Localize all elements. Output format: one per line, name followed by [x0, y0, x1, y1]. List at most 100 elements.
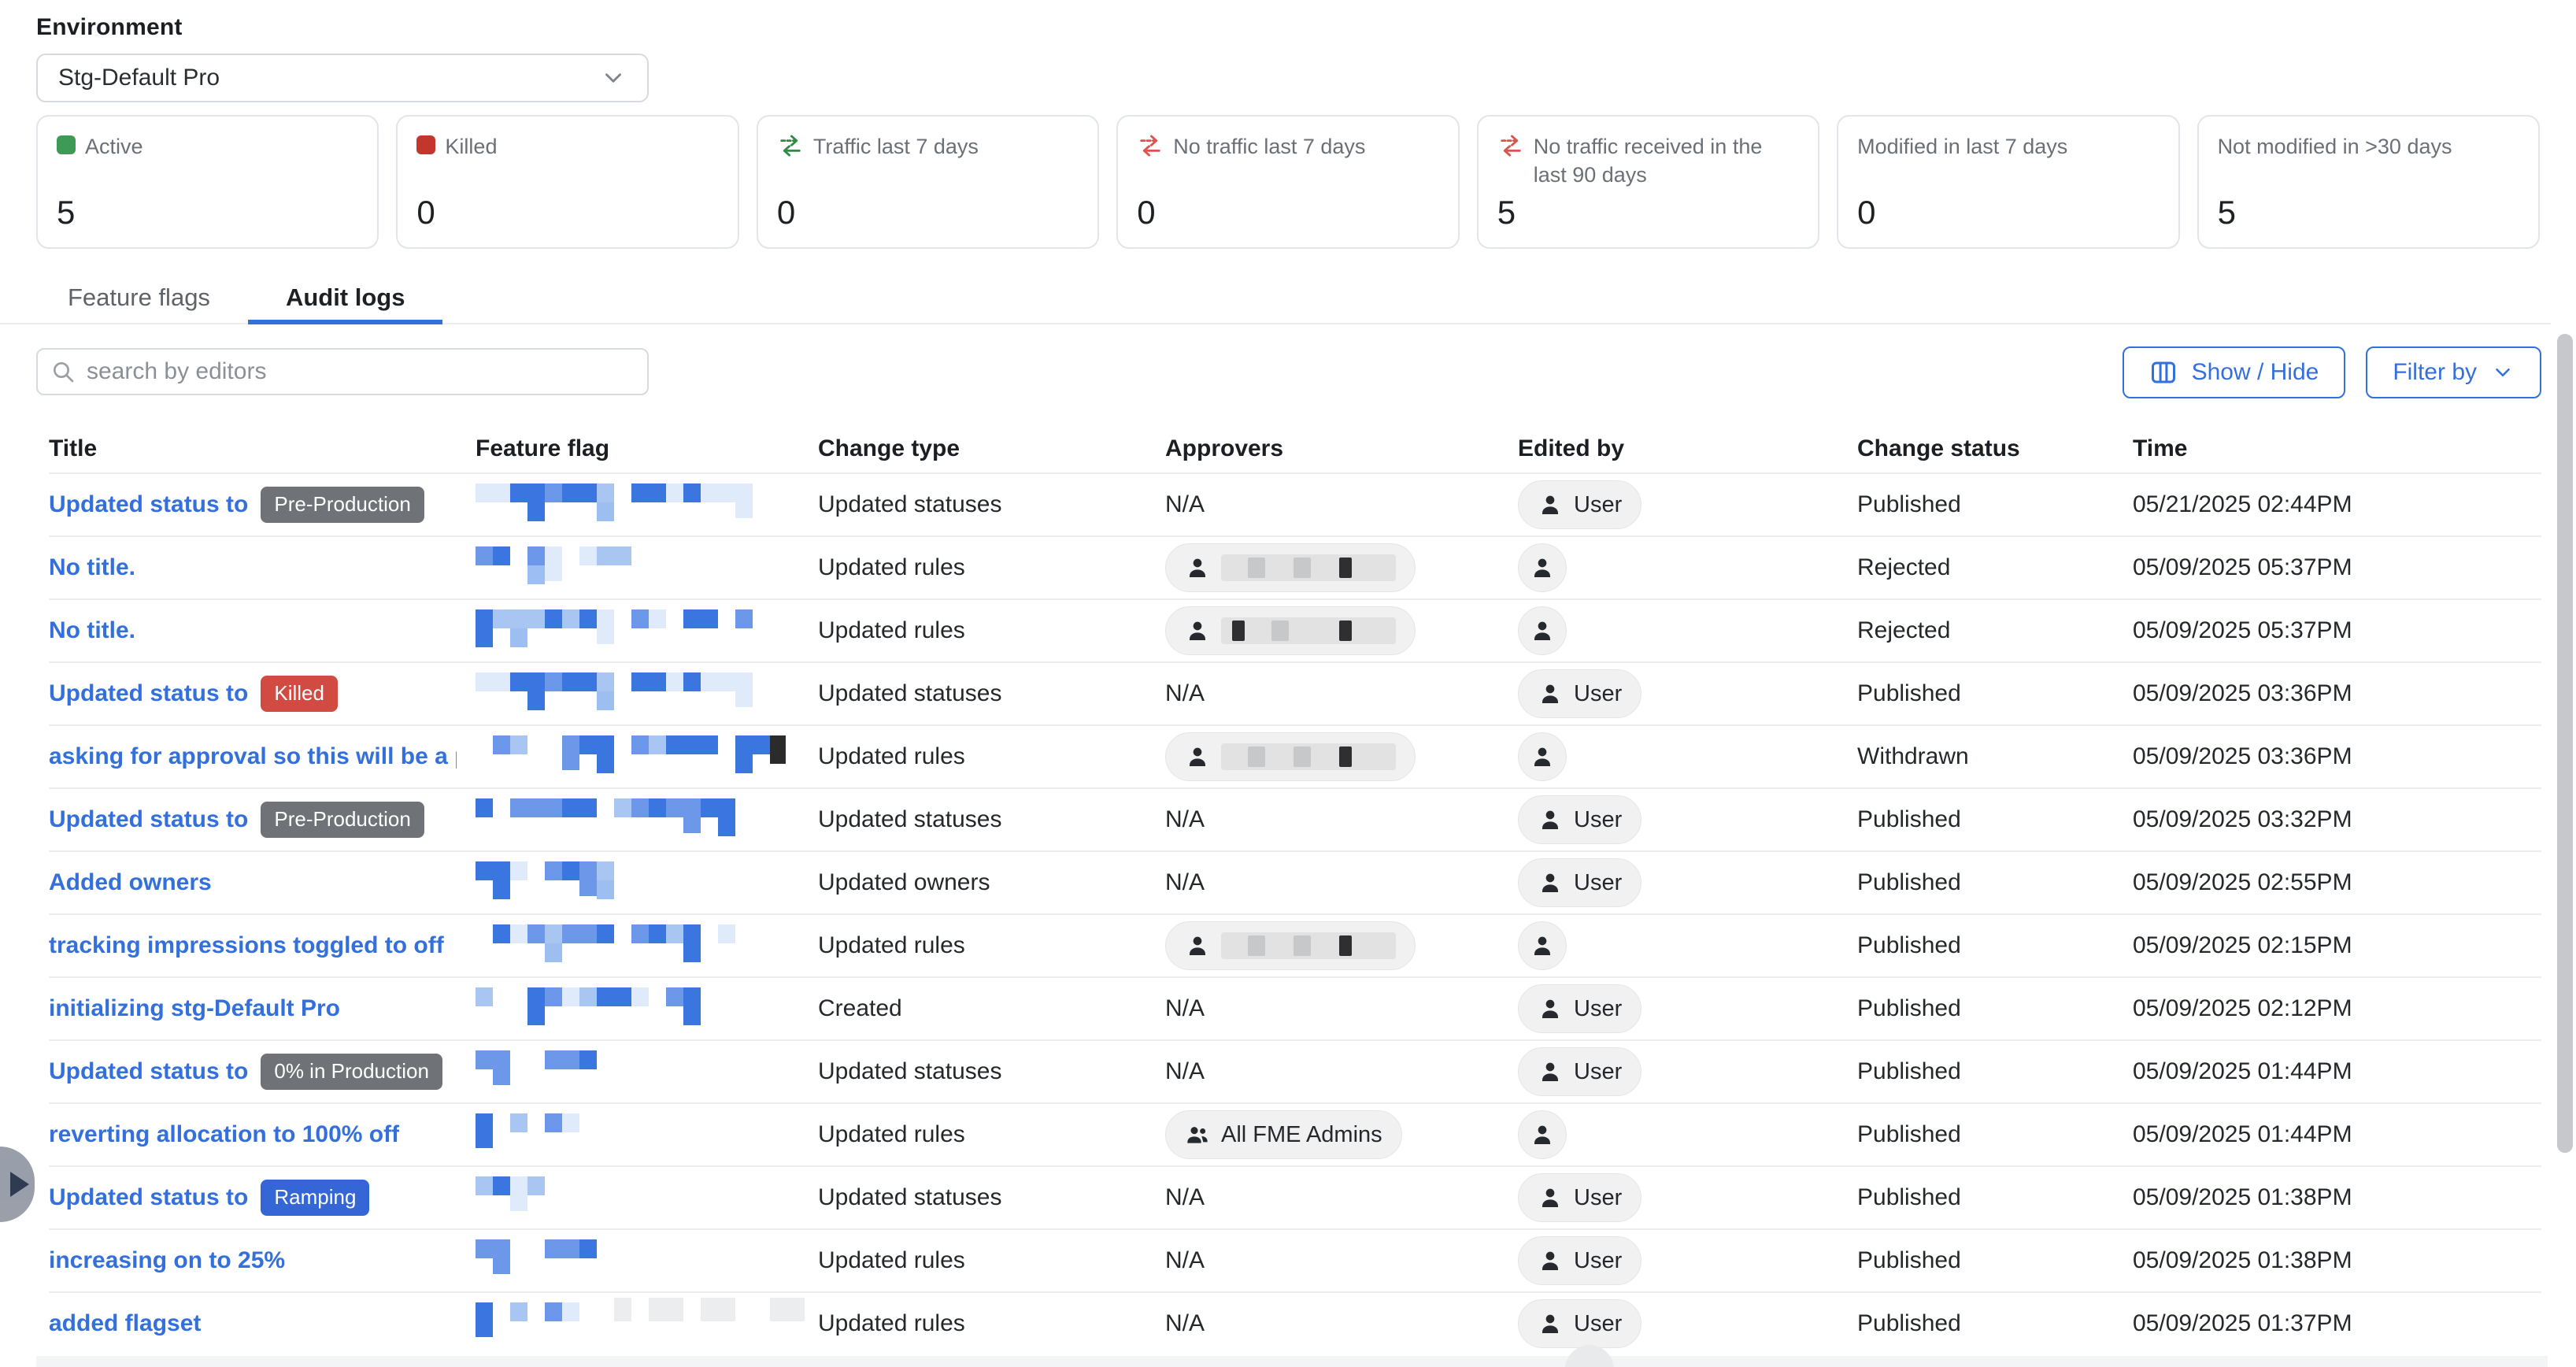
table-row: Added ownersUpdated ownersN/AUserPublish… [49, 850, 2541, 913]
change-type: Updated statuses [818, 663, 1165, 724]
change-type: Updated owners [818, 852, 1165, 913]
change-type: Created [818, 978, 1165, 1039]
person-icon [1538, 1059, 1563, 1084]
edited-by-user-chip: User [1518, 669, 1641, 718]
feature-flag-redacted [476, 918, 799, 973]
search-icon [50, 359, 76, 384]
scrollbar-track [2557, 329, 2573, 1367]
filter-by-label: Filter by [2393, 359, 2477, 386]
change-status: Published [1857, 915, 2133, 976]
toolbar: Show / Hide Filter by [36, 346, 2541, 398]
show-hide-label: Show / Hide [2192, 359, 2319, 386]
approver-chip-redacted[interactable] [1165, 921, 1416, 970]
audit-entry-title: No title. [49, 617, 135, 644]
environment-select[interactable]: Stg-Default Pro [36, 54, 649, 102]
scrollbar-thumb[interactable] [2557, 334, 2573, 1153]
audit-entry-title-link[interactable]: asking for approval so this will be a pe [49, 743, 457, 770]
audit-entry-title-link[interactable]: No title. [49, 554, 135, 581]
edited-by-label: User [1574, 996, 1622, 1022]
change-type: Updated rules [818, 915, 1165, 976]
change-status: Published [1857, 1230, 2133, 1291]
active-square-icon [57, 135, 76, 154]
change-status: Published [1857, 978, 2133, 1039]
audit-logs-page: Environment Stg-Default Pro Active5Kille… [0, 0, 2576, 1367]
table-row: Updated status toKilledUpdated statusesN… [49, 661, 2541, 724]
column-header-time: Time [2133, 425, 2541, 472]
tab-audit-logs[interactable]: Audit logs [248, 272, 443, 323]
change-status: Published [1857, 852, 2133, 913]
feature-flag-redacted [476, 792, 799, 847]
change-status: Published [1857, 1104, 2133, 1165]
play-icon [10, 1172, 29, 1197]
edited-by-user-chip: User [1518, 1299, 1641, 1348]
stat-cards: Active5Killed0Traffic last 7 days0No tra… [36, 115, 2540, 249]
show-hide-columns-button[interactable]: Show / Hide [2123, 346, 2346, 398]
time: 05/09/2025 03:32PM [2133, 789, 2541, 850]
status-badge: Pre-Production [261, 487, 424, 522]
person-icon [1530, 1122, 1555, 1147]
audit-entry-title-link[interactable]: tracking impressions toggled to off [49, 932, 444, 959]
feature-flag-redacted [476, 729, 799, 784]
audit-log-table: TitleFeature flagChange typeApproversEdi… [36, 425, 2541, 1354]
audit-entry-title: Updated status to [49, 1058, 248, 1085]
environment-selected-value: Stg-Default Pro [58, 65, 220, 91]
edited-by-avatar [1518, 921, 1567, 970]
feature-flag-redacted [476, 1296, 799, 1351]
feature-flag-redacted [476, 540, 799, 595]
audit-entry-title-link[interactable]: Added owners [49, 869, 212, 896]
approver-group-chip[interactable]: All FME Admins [1165, 1110, 1402, 1159]
table-row: Updated status toPre-ProductionUpdated s… [49, 472, 2541, 535]
stat-card-label: Not modified in >30 days [2218, 132, 2452, 161]
time: 05/09/2025 01:44PM [2133, 1041, 2541, 1102]
stat-card-label: Modified in last 7 days [1857, 132, 2067, 161]
chevron-down-icon [600, 65, 627, 91]
time: 05/09/2025 03:36PM [2133, 726, 2541, 787]
time: 05/09/2025 05:37PM [2133, 537, 2541, 598]
chevron-down-icon [2491, 361, 2515, 384]
redacted-name [1221, 932, 1396, 959]
change-type: Updated rules [818, 726, 1165, 787]
audit-entry-title-link[interactable]: added flagset [49, 1310, 201, 1337]
approver-chip-redacted[interactable] [1165, 606, 1416, 655]
audit-entry-title-link[interactable]: Updated status to 0% in Production [49, 1054, 442, 1089]
status-badge: 0% in Production [261, 1054, 442, 1089]
change-status: Withdrawn [1857, 726, 2133, 787]
change-status: Published [1857, 789, 2133, 850]
audit-entry-title-link[interactable]: Updated status toPre-Production [49, 487, 424, 522]
approvers-na: N/A [1165, 852, 1518, 913]
audit-entry-title-link[interactable]: Updated status toKilled [49, 676, 338, 711]
audit-entry-title-link[interactable]: Updated status toRamping [49, 1180, 369, 1215]
audit-entry-title-link[interactable]: increasing on to 25% [49, 1247, 285, 1274]
feature-flag-redacted [476, 603, 799, 658]
feature-flag-redacted [476, 1170, 799, 1225]
audit-entry-title: No title. [49, 554, 135, 581]
audit-entry-title-link[interactable]: reverting allocation to 100% off [49, 1121, 399, 1148]
approvers-na: N/A [1165, 978, 1518, 1039]
audit-entry-title: added flagset [49, 1310, 201, 1337]
table-row: reverting allocation to 100% offUpdated … [49, 1102, 2541, 1165]
search-input[interactable] [85, 357, 635, 386]
table-row: increasing on to 25%Updated rulesN/AUser… [49, 1228, 2541, 1291]
feature-flag-redacted [476, 477, 799, 532]
filter-by-button[interactable]: Filter by [2366, 346, 2541, 398]
stat-card-5: Modified in last 7 days0 [1837, 115, 2179, 249]
tab-feature-flags[interactable]: Feature flags [30, 272, 248, 323]
change-type: Updated statuses [818, 789, 1165, 850]
sidebar-expand-handle[interactable] [0, 1147, 35, 1222]
person-icon [1538, 492, 1563, 517]
column-header-change-type: Change type [818, 425, 1165, 472]
time: 05/21/2025 02:44PM [2133, 474, 2541, 535]
audit-entry-title-link[interactable]: Updated status toPre-Production [49, 802, 424, 837]
environment-label: Environment [36, 14, 649, 41]
audit-entry-title-link[interactable]: No title. [49, 617, 135, 644]
approver-chip-redacted[interactable] [1165, 543, 1416, 592]
person-icon [1538, 1311, 1563, 1336]
change-status: Published [1857, 1041, 2133, 1102]
change-status: Rejected [1857, 600, 2133, 661]
status-badge: Pre-Production [261, 802, 424, 837]
audit-entry-title-link[interactable]: initializing stg-Default Pro [49, 995, 340, 1022]
edited-by-user-chip: User [1518, 1236, 1641, 1285]
feature-flag-redacted [476, 855, 799, 910]
approver-chip-redacted[interactable] [1165, 732, 1416, 781]
audit-entry-title: increasing on to 25% [49, 1247, 285, 1274]
